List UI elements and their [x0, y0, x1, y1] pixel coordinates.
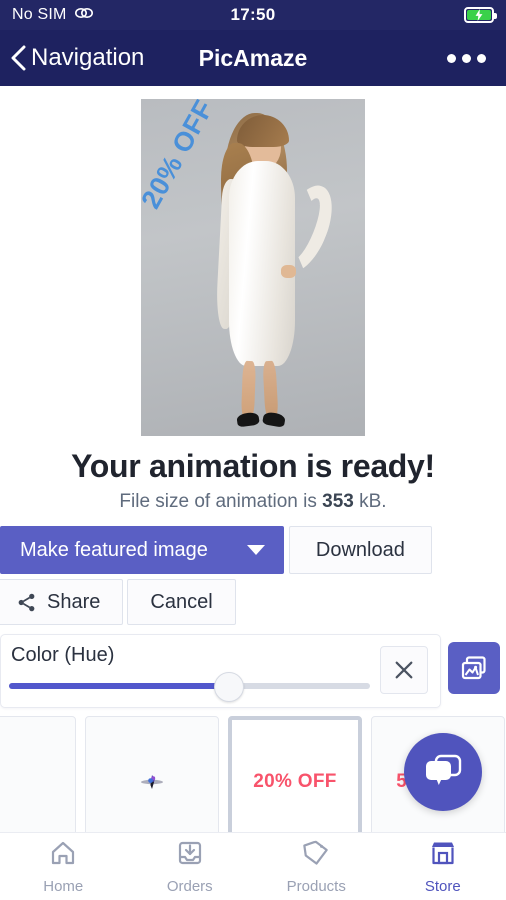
back-button-label: Navigation	[31, 44, 145, 71]
navigation-bar: Navigation PicAmaze	[0, 30, 506, 86]
more-options-button[interactable]	[447, 53, 486, 63]
filesize-value: 353	[322, 491, 354, 512]
thumb-blank[interactable]	[0, 716, 76, 832]
preview-overlay-text: 20% OFF	[141, 99, 220, 214]
share-button[interactable]: Share	[0, 579, 124, 625]
chevron-left-icon	[11, 45, 26, 71]
chat-bubbles-icon	[426, 754, 462, 785]
thumbnail-label: 20% OFF	[253, 771, 337, 792]
primary-action-row: Make featured image Download	[0, 526, 506, 574]
tab-label: Store	[424, 878, 461, 895]
close-hue-button[interactable]	[380, 645, 428, 694]
home-icon	[48, 838, 78, 873]
tab-orders[interactable]: Orders	[127, 833, 254, 900]
animation-preview[interactable]: 20% OFF	[141, 99, 365, 436]
ellipsis-icon-dot	[447, 53, 456, 63]
hue-panel: Color (Hue)	[0, 634, 441, 708]
tag-icon	[301, 838, 331, 873]
battery-charging-icon	[464, 7, 497, 23]
app-screen: No SIM 17:50 Navigation PicAmaze 20% OFF…	[0, 0, 506, 900]
back-button[interactable]: Navigation	[0, 44, 144, 72]
main-content: 20% OFF Your animation is ready! File si…	[0, 86, 506, 832]
tab-label: Products	[286, 878, 346, 895]
inbox-download-icon	[175, 838, 205, 873]
ellipsis-icon-dot	[462, 53, 471, 63]
hue-label: Color (Hue)	[11, 644, 115, 666]
animation-preview-container: 20% OFF	[0, 86, 506, 436]
share-button-label: Share	[47, 590, 101, 613]
filesize-text: File size of animation is 353 kB.	[0, 491, 506, 513]
clock: 17:50	[230, 5, 276, 24]
hue-slider-thumb[interactable]	[214, 672, 245, 702]
filesize-prefix: File size of animation is	[119, 491, 323, 512]
tab-store[interactable]: Store	[380, 833, 506, 900]
hue-panel-body: Color (Hue)	[9, 644, 370, 702]
tab-label: Home	[43, 878, 84, 895]
featured-dropdown-button[interactable]	[227, 526, 284, 574]
tab-label: Orders	[166, 878, 213, 895]
bottom-tab-bar: Home Orders Products Store	[0, 832, 506, 900]
thumb-20-off[interactable]: 20% OFF	[228, 716, 362, 832]
download-button[interactable]: Download	[288, 526, 432, 574]
chevron-down-icon	[246, 545, 265, 555]
gallery-button[interactable]	[448, 642, 500, 694]
hummingbird-icon	[141, 775, 163, 789]
tab-products[interactable]: Products	[253, 833, 380, 900]
storefront-icon	[428, 838, 458, 873]
hue-control-row: Color (Hue)	[0, 634, 506, 708]
make-featured-image-button[interactable]: Make featured image	[0, 526, 228, 574]
secondary-action-row: Share Cancel	[0, 579, 506, 625]
hue-slider[interactable]	[9, 672, 370, 702]
images-stack-icon	[461, 656, 486, 680]
chat-button[interactable]	[404, 733, 482, 811]
cancel-button[interactable]: Cancel	[127, 579, 236, 625]
thumb-hummingbird[interactable]	[85, 716, 219, 832]
hue-slider-fill	[9, 683, 230, 689]
ellipsis-icon-dot	[477, 53, 486, 63]
status-bar-right	[464, 7, 497, 23]
filesize-suffix: kB.	[353, 491, 387, 512]
status-bar: No SIM 17:50	[0, 0, 506, 30]
tab-home[interactable]: Home	[0, 833, 127, 900]
result-headline: Your animation is ready!	[71, 448, 435, 484]
share-nodes-icon	[18, 593, 35, 611]
close-x-icon	[395, 661, 413, 678]
